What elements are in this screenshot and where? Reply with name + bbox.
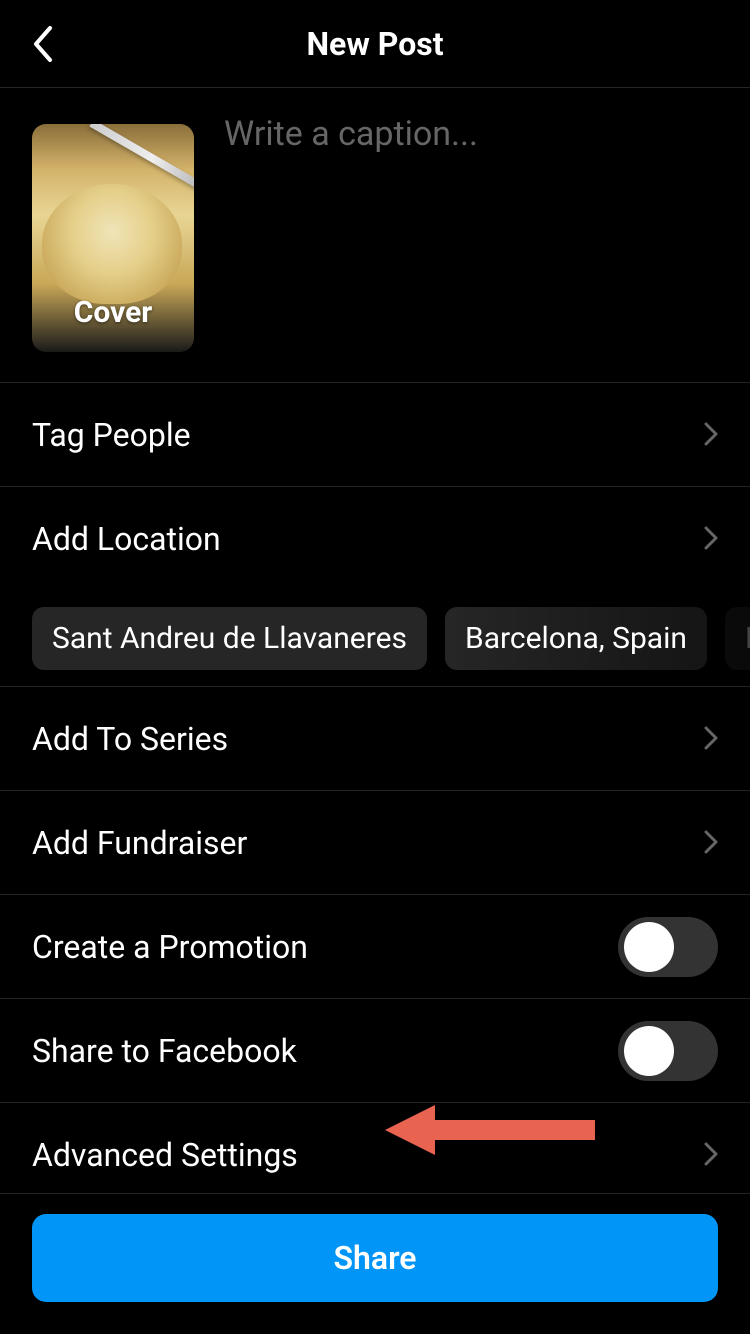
chevron-left-icon: [30, 24, 54, 64]
caption-input[interactable]: Write a caption...: [224, 114, 478, 352]
create-promotion-row: Create a Promotion: [0, 894, 750, 998]
toggle-knob: [624, 1026, 674, 1076]
caption-area: Cover Write a caption...: [0, 88, 750, 382]
add-location-row[interactable]: Add Location: [0, 487, 750, 591]
chevron-right-icon: [704, 824, 718, 862]
location-chip[interactable]: LL: [725, 607, 750, 670]
back-button[interactable]: [20, 22, 64, 66]
advanced-settings-row[interactable]: Advanced Settings: [0, 1102, 750, 1206]
share-button-label: Share: [333, 1239, 416, 1277]
add-fundraiser-row[interactable]: Add Fundraiser: [0, 790, 750, 894]
chevron-right-icon: [704, 520, 718, 558]
add-location-label: Add Location: [32, 520, 221, 558]
page-title: New Post: [306, 25, 443, 63]
share-facebook-toggle[interactable]: [618, 1021, 718, 1081]
share-facebook-label: Share to Facebook: [32, 1032, 297, 1070]
chevron-right-icon: [704, 416, 718, 454]
footer: Share: [0, 1193, 750, 1334]
location-section: Add Location Sant Andreu de Llavaneres B…: [0, 486, 750, 686]
create-promotion-toggle[interactable]: [618, 917, 718, 977]
tag-people-row[interactable]: Tag People: [0, 382, 750, 486]
toggle-knob: [624, 922, 674, 972]
chevron-right-icon: [704, 720, 718, 758]
add-to-series-row[interactable]: Add To Series: [0, 686, 750, 790]
tag-people-label: Tag People: [32, 416, 191, 454]
cover-label: Cover: [32, 295, 194, 330]
location-chips[interactable]: Sant Andreu de Llavaneres Barcelona, Spa…: [0, 591, 750, 686]
add-to-series-label: Add To Series: [32, 720, 228, 758]
chevron-right-icon: [704, 1136, 718, 1174]
location-chip[interactable]: Barcelona, Spain: [445, 607, 707, 670]
header: New Post: [0, 0, 750, 88]
location-chip[interactable]: Sant Andreu de Llavaneres: [32, 607, 427, 670]
share-button[interactable]: Share: [32, 1214, 718, 1302]
share-facebook-row: Share to Facebook: [0, 998, 750, 1102]
advanced-settings-label: Advanced Settings: [32, 1136, 298, 1174]
create-promotion-label: Create a Promotion: [32, 928, 308, 966]
add-fundraiser-label: Add Fundraiser: [32, 824, 247, 862]
cover-thumbnail[interactable]: Cover: [32, 124, 194, 352]
